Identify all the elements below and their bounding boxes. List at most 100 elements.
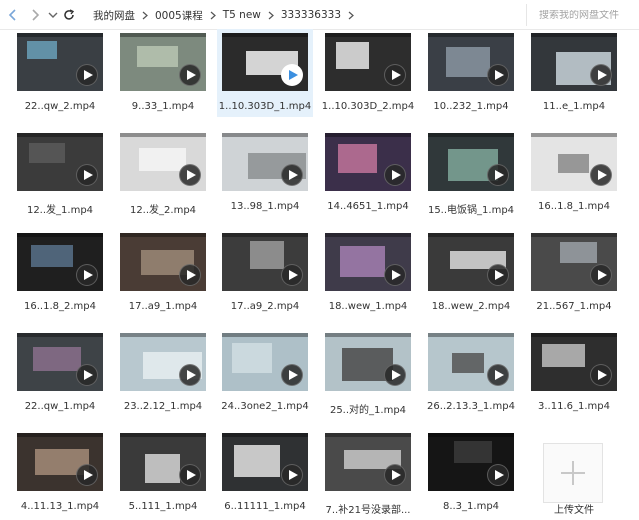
play-button[interactable] xyxy=(179,264,201,286)
play-button[interactable] xyxy=(76,464,98,486)
file-name: 11..e_1.mp4 xyxy=(542,101,606,112)
play-button[interactable] xyxy=(384,64,406,86)
thumbnail-toolbar xyxy=(531,233,617,237)
play-icon xyxy=(597,270,607,280)
thumbnail-toolbar xyxy=(222,433,308,437)
play-button[interactable] xyxy=(384,364,406,386)
play-button[interactable] xyxy=(179,464,201,486)
file-item[interactable]: 12..发_2.mp4 xyxy=(119,133,219,229)
upload-file-button[interactable]: 上传文件 xyxy=(530,433,630,520)
file-item[interactable]: 15..电饭锅_1.mp4 xyxy=(427,133,527,229)
breadcrumb-item[interactable]: 333336333 xyxy=(274,9,348,21)
play-icon xyxy=(494,270,504,280)
play-button[interactable] xyxy=(281,364,303,386)
thumbnail-toolbar xyxy=(428,33,514,37)
upload-box[interactable] xyxy=(543,443,603,503)
play-button[interactable] xyxy=(76,364,98,386)
play-button[interactable] xyxy=(487,464,509,486)
file-item[interactable]: 21..567_1.mp4 xyxy=(530,233,630,329)
play-button[interactable] xyxy=(179,364,201,386)
play-button[interactable] xyxy=(384,464,406,486)
file-item[interactable]: 4..11.13_1.mp4 xyxy=(16,433,116,520)
file-name: 7..补21号没录部... xyxy=(325,505,411,516)
breadcrumb-item[interactable]: 0005课程 xyxy=(148,8,210,23)
file-item[interactable]: 13..98_1.mp4 xyxy=(221,133,321,229)
file-name: 10..232_1.mp4 xyxy=(433,101,509,112)
chevron-right-icon xyxy=(348,11,354,20)
file-item[interactable]: 8..3_1.mp4 xyxy=(427,433,527,520)
play-icon xyxy=(494,170,504,180)
forward-button[interactable] xyxy=(26,6,44,24)
thumbnail-toolbar xyxy=(120,333,206,337)
play-button[interactable] xyxy=(487,64,509,86)
back-button[interactable] xyxy=(4,6,22,24)
file-item[interactable]: 6..11111_1.mp4 xyxy=(221,433,321,520)
file-item[interactable]: 16..1.8_2.mp4 xyxy=(16,233,116,329)
play-button[interactable] xyxy=(590,64,612,86)
file-item[interactable]: 26..2.13.3_1.mp4 xyxy=(427,333,527,429)
play-button[interactable] xyxy=(487,264,509,286)
video-thumbnail xyxy=(325,233,411,291)
play-button[interactable] xyxy=(487,164,509,186)
file-item[interactable]: 11..e_1.mp4 xyxy=(530,33,630,129)
file-item[interactable]: 16..1.8_1.mp4 xyxy=(530,133,630,229)
play-button[interactable] xyxy=(590,364,612,386)
file-name: 6..11111_1.mp4 xyxy=(224,501,306,512)
file-item[interactable]: 5..111_1.mp4 xyxy=(119,433,219,520)
video-thumbnail xyxy=(120,433,206,491)
refresh-button[interactable] xyxy=(60,6,78,24)
file-item[interactable]: 17..a9_1.mp4 xyxy=(119,233,219,329)
breadcrumb-item[interactable]: T5 new xyxy=(216,9,268,21)
video-thumbnail xyxy=(120,333,206,391)
play-button[interactable] xyxy=(76,264,98,286)
play-button[interactable] xyxy=(179,164,201,186)
file-item[interactable]: 22..qw_1.mp4 xyxy=(16,333,116,429)
thumbnail-toolbar xyxy=(325,333,411,337)
play-icon xyxy=(391,170,401,180)
file-item[interactable]: 22..qw_2.mp4 xyxy=(16,33,116,129)
file-item[interactable]: 7..补21号没录部... xyxy=(324,433,424,520)
play-button[interactable] xyxy=(590,164,612,186)
file-item[interactable]: 9..33_1.mp4 xyxy=(119,33,219,129)
file-item[interactable]: 3..11.6_1.mp4 xyxy=(530,333,630,429)
file-name: 18..wew_1.mp4 xyxy=(328,301,408,312)
play-button[interactable] xyxy=(487,364,509,386)
search-input[interactable] xyxy=(539,9,639,21)
file-item[interactable]: 1..10.303D_2.mp4 xyxy=(322,33,424,129)
play-button[interactable] xyxy=(384,264,406,286)
play-button[interactable] xyxy=(179,64,201,86)
play-button[interactable] xyxy=(281,164,303,186)
file-item[interactable]: 12..发_1.mp4 xyxy=(16,133,116,229)
thumbnail-content xyxy=(340,246,385,277)
search-box[interactable] xyxy=(526,4,639,26)
file-name: 4..11.13_1.mp4 xyxy=(20,501,100,512)
file-item[interactable]: 23..2.12_1.mp4 xyxy=(119,333,219,429)
play-icon xyxy=(83,170,93,180)
thumbnail-toolbar xyxy=(428,433,514,437)
breadcrumb-item[interactable]: 我的网盘 xyxy=(86,8,142,23)
file-name: 9..33_1.mp4 xyxy=(131,101,195,112)
play-button[interactable] xyxy=(76,164,98,186)
file-name: 5..111_1.mp4 xyxy=(128,501,198,512)
thumbnail-toolbar xyxy=(120,233,206,237)
play-button[interactable] xyxy=(384,164,406,186)
file-item[interactable]: 18..wew_2.mp4 xyxy=(427,233,527,329)
file-item[interactable]: 24..3one2_1.mp4 xyxy=(221,333,321,429)
file-item[interactable]: 25..对的_1.mp4 xyxy=(324,333,424,429)
play-button[interactable] xyxy=(281,264,303,286)
file-item[interactable]: 18..wew_1.mp4 xyxy=(324,233,424,329)
thumbnail-toolbar xyxy=(531,333,617,337)
play-button[interactable] xyxy=(590,264,612,286)
video-thumbnail xyxy=(17,133,103,191)
file-item[interactable]: 14..4651_1.mp4 xyxy=(324,133,424,229)
video-thumbnail xyxy=(531,333,617,391)
thumbnail-content xyxy=(234,445,280,477)
thumbnail-toolbar xyxy=(120,433,206,437)
play-button[interactable] xyxy=(281,464,303,486)
file-item[interactable]: 17..a9_2.mp4 xyxy=(221,233,321,329)
file-item[interactable]: 1..10.303D_1.mp4 xyxy=(217,29,321,129)
file-item[interactable]: 10..232_1.mp4 xyxy=(427,33,527,129)
play-button[interactable] xyxy=(76,64,98,86)
file-name: 22..qw_1.mp4 xyxy=(24,401,96,412)
play-button[interactable] xyxy=(281,64,303,86)
